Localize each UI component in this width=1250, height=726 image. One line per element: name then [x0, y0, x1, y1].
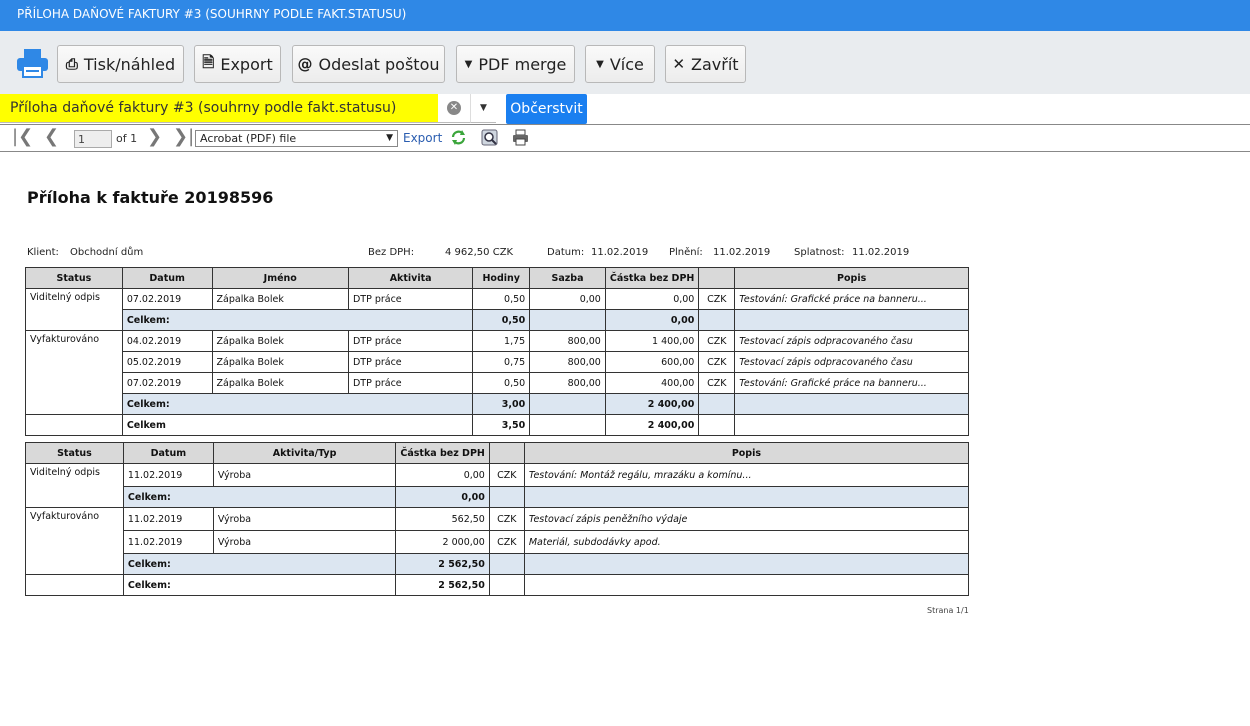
close-icon: ✕ — [672, 55, 686, 73]
subtotal-row: Celkem: 3,00 2 400,00 — [26, 393, 969, 415]
col-header: Status — [25, 442, 124, 464]
client-value: Obchodní dům — [70, 247, 144, 258]
status-cell: Vyfakturováno — [25, 330, 123, 415]
expenses-table: Status Datum Aktivita/Typ Částka bez DPH… — [25, 442, 970, 596]
due-value: 11.02.2019 — [852, 247, 910, 258]
prev-page-icon[interactable]: ❮ — [44, 127, 59, 147]
date-label: Datum: — [547, 247, 585, 258]
more-button[interactable]: ▼ Více — [585, 45, 655, 83]
window-title: PŘÍLOHA DAŇOVÉ FAKTURY #3 (SOUHRNY PODLE… — [0, 0, 1250, 31]
table-row: 11.02.2019 Výroba 2 000,00 CZK Materiál,… — [26, 530, 970, 554]
close-button[interactable]: ✕ Zavřít — [665, 45, 746, 83]
col-header: Datum — [121, 267, 213, 289]
total-row: Celkem 3,50 2 400,00 — [25, 414, 969, 436]
report-page — [0, 152, 1250, 726]
col-header — [698, 267, 736, 289]
col-header — [488, 442, 525, 464]
status-cell: Vyfakturováno — [25, 507, 124, 575]
caret-down-icon: ▼ — [596, 58, 604, 70]
fulfil-value: 11.02.2019 — [713, 247, 771, 258]
table-row: 07.02.2019 Zápalka Bolek DTP práce 0,50 … — [26, 372, 969, 394]
table-row: Viditelný odpis 07.02.2019 Zápalka Bolek… — [25, 288, 969, 331]
subtotal-row: Celkem: 0,50 0,00 — [26, 309, 969, 331]
col-header: Jméno — [211, 267, 349, 289]
status-cell: Viditelný odpis — [25, 463, 124, 508]
subtotal-row: Celkem: 2 562,50 — [26, 553, 970, 575]
viewer-export-link[interactable]: Export — [403, 131, 442, 145]
printer-icon[interactable] — [16, 47, 49, 79]
total-row: Celkem: 2 562,50 — [25, 574, 970, 596]
print-preview-button[interactable]: ⎙ Tisk/náhled — [57, 45, 184, 83]
dropdown-toggle[interactable]: ▼ — [470, 94, 496, 123]
caret-down-icon: ▼ — [480, 103, 487, 113]
search-document-icon[interactable] — [481, 129, 498, 146]
print-icon[interactable] — [512, 129, 529, 146]
col-header: Popis — [734, 267, 969, 289]
clear-icon: ✕ — [447, 101, 461, 115]
table-row: Viditelný odpis 11.02.2019 Výroba 0,00 C… — [25, 463, 970, 508]
print-icon: ⎙ — [65, 55, 78, 73]
col-header: Částka bez DPH — [604, 267, 700, 289]
nodph-value: 4 962,50 CZK — [445, 247, 514, 258]
col-header: Sazba — [529, 267, 606, 289]
status-cell: Viditelný odpis — [25, 288, 123, 331]
due-label: Splatnost: — [794, 247, 845, 258]
refresh-button[interactable]: Občerstvit — [506, 94, 587, 124]
timesheet-table: Status Datum Jméno Aktivita Hodiny Sazba… — [25, 267, 969, 436]
clear-button[interactable]: ✕ — [438, 94, 470, 123]
col-header: Popis — [523, 442, 970, 464]
table-row: Vyfakturováno 11.02.2019 Výroba 562,50 C… — [25, 507, 970, 575]
next-page-icon[interactable]: ❯ — [147, 127, 162, 147]
at-icon: @ — [297, 55, 313, 73]
col-header: Hodiny — [472, 267, 531, 289]
first-page-icon[interactable]: |❮ — [12, 127, 33, 147]
subtotal-row: Celkem: 0,00 — [26, 486, 970, 508]
export-button[interactable]: 🗎 Export — [194, 45, 281, 83]
document-title: Příloha k faktuře 20198596 — [27, 188, 274, 207]
nodph-label: Bez DPH: — [368, 247, 415, 258]
caret-down-icon: ▼ — [386, 133, 393, 143]
caret-down-icon: ▼ — [464, 58, 473, 70]
send-email-button[interactable]: @ Odeslat poštou — [292, 45, 445, 83]
table-row: Vyfakturováno 04.02.2019 Zápalka Bolek D… — [25, 330, 969, 415]
report-select-input[interactable]: Příloha daňové faktury #3 (souhrny podle… — [0, 94, 438, 123]
col-header: Částka bez DPH — [395, 442, 490, 464]
client-label: Klient: — [27, 247, 59, 258]
table-row: 05.02.2019 Zápalka Bolek DTP práce 0,75 … — [26, 351, 969, 373]
col-header: Datum — [122, 442, 214, 464]
refresh-icon[interactable] — [450, 129, 467, 146]
last-page-icon[interactable]: ❯| — [173, 127, 194, 147]
page-count: of 1 — [116, 132, 138, 145]
page-footer: Strana 1/1 — [927, 606, 969, 615]
pdf-merge-button[interactable]: ▼ PDF merge — [456, 45, 575, 83]
date-value: 11.02.2019 — [591, 247, 649, 258]
export-format-select[interactable]: Acrobat (PDF) file ▼ — [195, 130, 398, 147]
col-header: Aktivita/Typ — [212, 442, 397, 464]
col-header: Aktivita — [347, 267, 474, 289]
page-number-input[interactable] — [74, 130, 112, 148]
fulfil-label: Plnění: — [669, 247, 703, 258]
col-header: Status — [25, 267, 123, 289]
pdf-file-icon: 🗎 — [202, 52, 215, 71]
